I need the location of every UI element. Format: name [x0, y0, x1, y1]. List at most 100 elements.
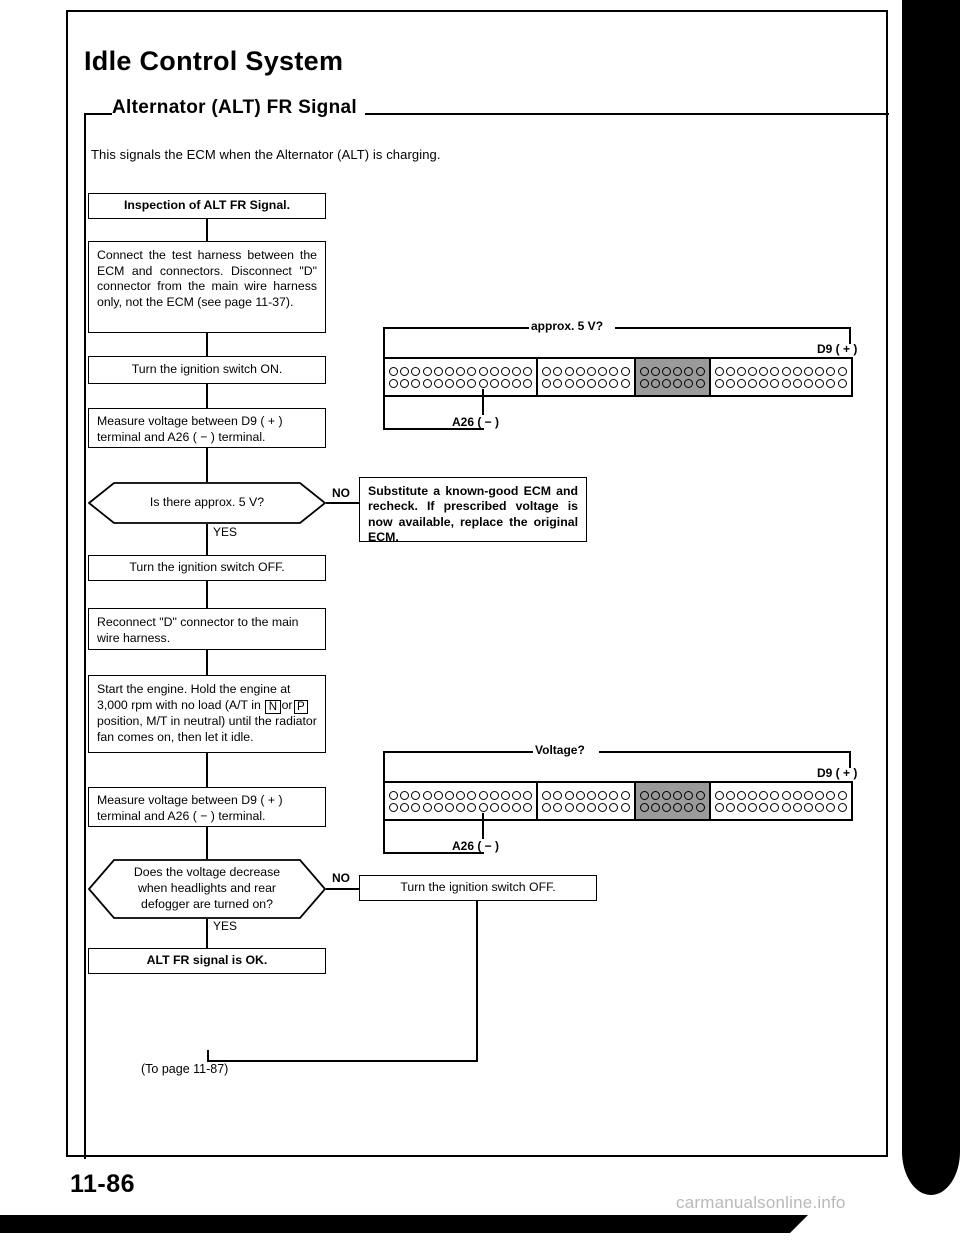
ecm-pin	[792, 366, 802, 376]
ecm-pin	[661, 802, 671, 812]
ecm-pin-row	[714, 790, 847, 800]
flow-step-inspection: Inspection of ALT FR Signal.	[88, 193, 326, 219]
ecm-pin	[478, 378, 488, 388]
ecm-pin	[736, 366, 746, 376]
ecm-pin	[661, 790, 671, 800]
ecm-pin	[725, 790, 735, 800]
ecm-pin-bank-1	[385, 359, 539, 395]
ecm-pin	[684, 790, 694, 800]
ecm-pin	[804, 366, 813, 376]
ecm-pin	[553, 790, 563, 800]
scan-artifact-bottom-edge	[0, 1215, 808, 1233]
ecm-pin	[512, 378, 522, 388]
ecm-pin	[804, 378, 813, 388]
gear-selector-n: N	[265, 699, 281, 714]
ecm-pin-row	[714, 378, 847, 388]
ecm-pin	[695, 790, 705, 800]
flow-decision-voltage-decrease-label: Does the voltage decrease when headlight…	[133, 865, 281, 911]
ecm-pin	[411, 790, 421, 800]
flow-step-ignition-off-2-label: Turn the ignition switch OFF.	[400, 880, 556, 895]
ecm-pin	[587, 790, 596, 800]
ecm-pin	[837, 366, 847, 376]
flow-step-ignition-off-1-label: Turn the ignition switch OFF.	[129, 560, 285, 575]
ecm-pin	[400, 378, 410, 388]
measure-label-top: approx. 5 V?	[531, 319, 604, 333]
ecm-pin	[725, 366, 735, 376]
ecm-pin	[792, 790, 802, 800]
measure-bracket-top-left	[383, 327, 529, 329]
scan-artifact-right-edge	[902, 0, 960, 1195]
connector-to-page-tick	[207, 1050, 209, 1062]
ecm-pin	[564, 378, 574, 388]
ecm-pin	[781, 378, 791, 388]
ecm-pin-row	[542, 366, 630, 376]
ecm-pin	[400, 790, 410, 800]
ecm-pin	[478, 790, 488, 800]
ecm-pin	[564, 802, 574, 812]
ecm-pin	[575, 802, 585, 812]
ecm-pin-row	[389, 378, 533, 388]
ecm-pin	[598, 790, 608, 800]
flow-result-alt-fr-ok: ALT FR signal is OK.	[88, 948, 326, 974]
ecm-connector-body-bottom	[383, 781, 853, 821]
connector-startengine-to-measure2	[206, 753, 208, 787]
ecm-pin	[620, 378, 630, 388]
ecm-pin	[695, 366, 705, 376]
flow-step-connect-harness: Connect the test harness between the ECM…	[88, 241, 326, 333]
connector-inspection-to-harness	[206, 219, 208, 241]
ecm-pin	[587, 366, 596, 376]
a26-return-vertical-bottom	[383, 779, 385, 854]
ecm-pin-row	[639, 366, 705, 376]
ecm-pin	[467, 366, 477, 376]
ecm-pin	[650, 802, 660, 812]
ecm-pin	[444, 802, 454, 812]
connector-decision1-yes	[206, 524, 208, 555]
ecm-pin	[542, 802, 552, 812]
ecm-pin	[598, 366, 608, 376]
ecm-pin	[564, 790, 574, 800]
ecm-pin	[837, 378, 847, 388]
ecm-pin	[467, 802, 477, 812]
ecm-pin	[804, 802, 813, 812]
ecm-pin	[714, 378, 724, 388]
measure-label-bottom: Voltage?	[535, 743, 585, 757]
ecm-pin-row	[542, 802, 630, 812]
ecm-pin	[444, 790, 454, 800]
ecm-pin	[433, 366, 443, 376]
ecm-pin	[389, 378, 398, 388]
ecm-pin	[422, 366, 432, 376]
ecm-pin	[639, 378, 649, 388]
connector-decision1-no	[326, 502, 359, 504]
ecm-pin	[609, 802, 619, 812]
branch-label-decision2-yes: YES	[213, 919, 238, 933]
ecm-pin	[620, 802, 630, 812]
ecm-pin	[650, 366, 660, 376]
ecm-pin	[467, 378, 477, 388]
a26-return-vertical-top	[383, 355, 385, 430]
flow-step-ignition-off-1: Turn the ignition switch OFF.	[88, 555, 326, 581]
flow-step-reconnect-connector-label: Reconnect "D" connector to the main wire…	[97, 615, 299, 645]
ecm-pin-row	[639, 790, 705, 800]
ecm-pin-row	[639, 802, 705, 812]
ecm-pin-bank-3	[635, 359, 711, 395]
ecm-pin	[826, 802, 836, 812]
ecm-pin-bank-3	[635, 783, 711, 819]
ecm-pin	[837, 790, 847, 800]
ecm-pin-row	[389, 790, 533, 800]
ecm-pin	[575, 366, 585, 376]
ecm-pin	[815, 790, 825, 800]
ecm-pin	[598, 378, 608, 388]
connector-reconnect-to-start-engine	[206, 650, 208, 675]
connector-to-page-horizontal	[207, 1060, 478, 1062]
flow-step-substitute-ecm: Substitute a known-good ECM and recheck.…	[359, 477, 587, 544]
flow-decision-approx-5v: Is there approx. 5 V?	[88, 482, 326, 524]
branch-label-decision1-no: NO	[332, 486, 350, 500]
flow-decision-approx-5v-label: Is there approx. 5 V?	[149, 495, 265, 509]
ecm-connector-diagram-top: approx. 5 V? D9 ( + ) A26 ( − )	[383, 319, 857, 432]
section-title: Alternator (ALT) FR Signal	[112, 97, 365, 119]
ecm-pin	[759, 378, 769, 388]
ecm-pin	[500, 366, 510, 376]
ecm-pin	[512, 790, 522, 800]
ecm-pin	[714, 366, 724, 376]
ecm-pin	[587, 802, 596, 812]
